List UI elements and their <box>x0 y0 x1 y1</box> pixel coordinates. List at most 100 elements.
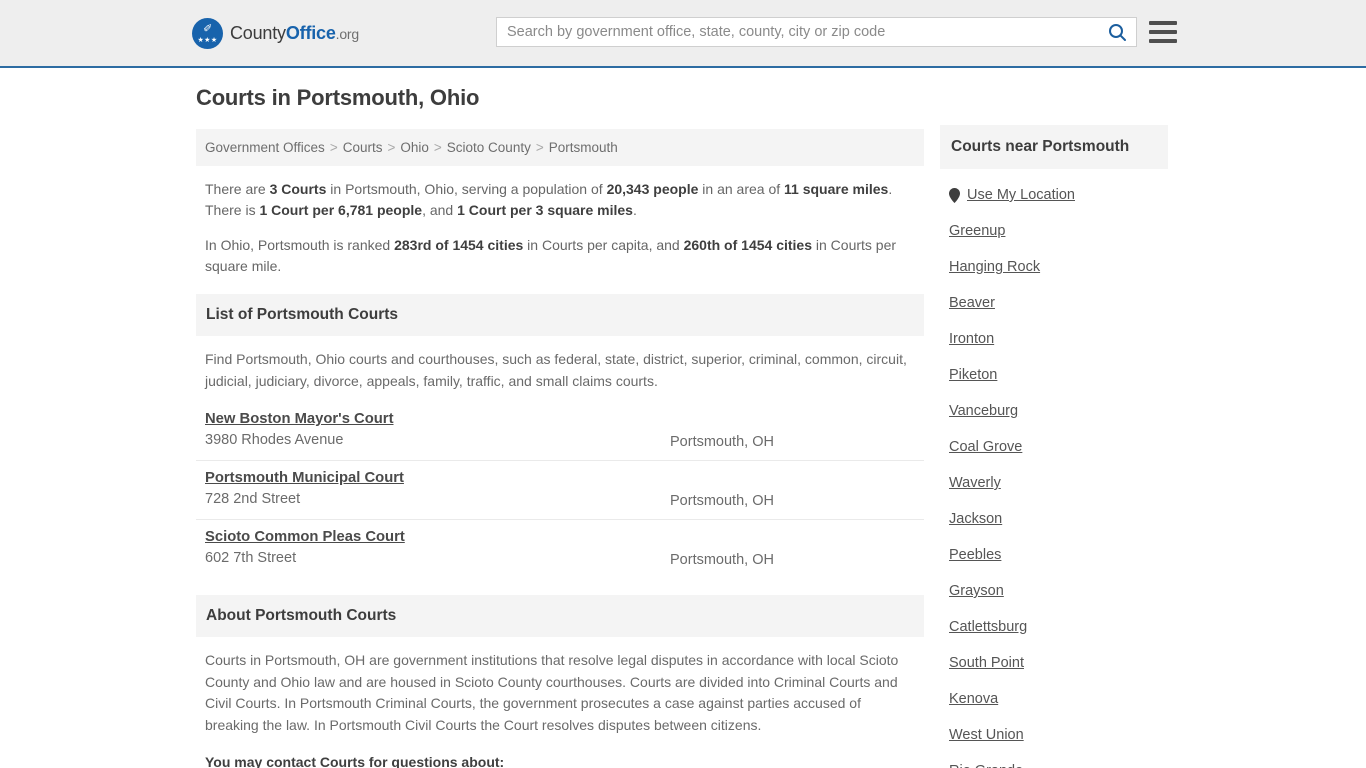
breadcrumb-item-portsmouth[interactable]: Portsmouth <box>549 140 618 155</box>
sidebar-item-south-point[interactable]: South Point <box>949 645 1168 681</box>
main-content: Courts in Portsmouth, Ohio Government Of… <box>196 85 924 768</box>
search-button[interactable] <box>1098 18 1136 46</box>
sidebar-item-ironton[interactable]: Ironton <box>949 321 1168 357</box>
court-name-link[interactable]: Scioto Common Pleas Court <box>205 529 405 545</box>
breadcrumb-item-ohio[interactable]: Ohio <box>400 140 429 155</box>
sidebar-item-kenova[interactable]: Kenova <box>949 681 1168 717</box>
breadcrumb-item-government-offices[interactable]: Government Offices <box>205 140 325 155</box>
sidebar-heading: Courts near Portsmouth <box>940 125 1168 169</box>
court-list: New Boston Mayor's Court 3980 Rhodes Ave… <box>196 402 924 578</box>
sidebar-item-label[interactable]: West Union <box>949 727 1024 743</box>
search-bar[interactable] <box>496 17 1137 47</box>
sidebar-item-label[interactable]: Piketon <box>949 367 997 383</box>
hamburger-bar-3 <box>1149 39 1177 43</box>
sidebar-item-beaver[interactable]: Beaver <box>949 285 1168 321</box>
sidebar-item-greenup[interactable]: Greenup <box>949 213 1168 249</box>
hamburger-bar-1 <box>1149 21 1177 25</box>
court-city: Portsmouth, OH <box>670 434 774 450</box>
stats-paragraph-1: There are 3 Courts in Portsmouth, Ohio, … <box>205 179 915 221</box>
court-name-link[interactable]: New Boston Mayor's Court <box>205 411 394 427</box>
site-logo[interactable]: ✐ ★★★ CountyOffice.org <box>192 18 359 49</box>
hamburger-bar-2 <box>1149 30 1177 34</box>
sidebar-item-label[interactable]: Waverly <box>949 475 1001 491</box>
logo-text-org: .org <box>335 26 360 42</box>
sidebar-item-label[interactable]: Ironton <box>949 331 994 347</box>
about-contact-lead: You may contact Courts for questions abo… <box>205 754 505 768</box>
sidebar-item-label[interactable]: South Point <box>949 655 1024 671</box>
map-pin-icon <box>949 187 960 203</box>
court-city: Portsmouth, OH <box>670 493 774 509</box>
sidebar-item-jackson[interactable]: Jackson <box>949 501 1168 537</box>
list-section-body: Find Portsmouth, Ohio courts and courtho… <box>196 336 924 392</box>
stats-rank-per-capita: 283rd of 1454 cities <box>394 237 524 253</box>
table-row[interactable]: Scioto Common Pleas Court 602 7th Street… <box>196 520 924 578</box>
breadcrumb-separator: > <box>387 140 396 155</box>
sidebar-item-peebles[interactable]: Peebles <box>949 537 1168 573</box>
sidebar-item-piketon[interactable]: Piketon <box>949 357 1168 393</box>
stats-rank-per-sqmile: 260th of 1454 cities <box>683 237 812 253</box>
statistics-block: There are 3 Courts in Portsmouth, Ohio, … <box>196 179 924 277</box>
about-section-heading: About Portsmouth Courts <box>196 595 924 637</box>
sidebar-item-grayson[interactable]: Grayson <box>949 573 1168 609</box>
sidebar-item-label[interactable]: Kenova <box>949 691 998 707</box>
sidebar-item-label[interactable]: Coal Grove <box>949 439 1022 455</box>
stars-glyph: ★★★ <box>197 37 218 44</box>
sidebar-item-label[interactable]: Grayson <box>949 583 1004 599</box>
sidebar-item-use-my-location[interactable]: Use My Location <box>949 177 1168 213</box>
breadcrumb-item-courts[interactable]: Courts <box>343 140 383 155</box>
court-address: 3980 Rhodes Avenue <box>205 432 344 448</box>
search-icon <box>1108 23 1126 41</box>
about-section-body: Courts in Portsmouth, OH are government … <box>196 637 924 768</box>
court-name-link[interactable]: Portsmouth Municipal Court <box>205 470 404 486</box>
sidebar-item-catlettsburg[interactable]: Catlettsburg <box>949 609 1168 645</box>
site-header: ✐ ★★★ CountyOffice.org <box>0 0 1366 68</box>
list-section-heading: List of Portsmouth Courts <box>196 294 924 336</box>
sidebar-item-label[interactable]: Jackson <box>949 511 1002 527</box>
hamburger-menu-icon[interactable] <box>1149 18 1177 46</box>
eagle-glyph: ✐ <box>203 23 212 35</box>
sidebar-item-coal-grove[interactable]: Coal Grove <box>949 429 1168 465</box>
breadcrumb-separator: > <box>433 140 442 155</box>
sidebar-item-label[interactable]: Beaver <box>949 295 995 311</box>
stats-t7: In Ohio, Portsmouth is ranked <box>205 237 395 253</box>
stats-population: 20,343 people <box>606 181 699 197</box>
sidebar-list: Use My Location Greenup Hanging Rock Bea… <box>940 169 1168 768</box>
stats-t2: in Portsmouth, Ohio, serving a populatio… <box>326 181 607 197</box>
sidebar-item-label[interactable]: Rio Grande <box>949 763 1023 768</box>
sidebar-item-rio-grande[interactable]: Rio Grande <box>949 753 1168 768</box>
logo-text-office: Office <box>285 23 336 43</box>
stats-per-area: 1 Court per 3 square miles <box>457 202 633 218</box>
table-row[interactable]: New Boston Mayor's Court 3980 Rhodes Ave… <box>196 402 924 461</box>
sidebar-item-vanceburg[interactable]: Vanceburg <box>949 393 1168 429</box>
court-address: 728 2nd Street <box>205 491 301 507</box>
sidebar-item-west-union[interactable]: West Union <box>949 717 1168 753</box>
breadcrumb-separator: > <box>535 140 544 155</box>
sidebar-item-label[interactable]: Greenup <box>949 223 1005 239</box>
about-section-paragraph: Courts in Portsmouth, OH are government … <box>205 652 899 733</box>
logo-text-county: County <box>230 23 286 43</box>
search-input[interactable] <box>497 18 1098 46</box>
breadcrumb-separator: > <box>329 140 338 155</box>
nearby-courts-sidebar: Courts near Portsmouth Use My Location G… <box>940 125 1168 768</box>
court-city: Portsmouth, OH <box>670 552 774 568</box>
eagle-seal-icon: ✐ ★★★ <box>192 18 223 49</box>
use-my-location-link[interactable]: Use My Location <box>967 187 1075 203</box>
sidebar-item-label[interactable]: Catlettsburg <box>949 619 1027 635</box>
sidebar-item-label[interactable]: Vanceburg <box>949 403 1018 419</box>
sidebar-item-label[interactable]: Hanging Rock <box>949 259 1040 275</box>
breadcrumb-item-scioto-county[interactable]: Scioto County <box>447 140 531 155</box>
stats-t1: There are <box>205 181 270 197</box>
stats-per-people: 1 Court per 6,781 people <box>259 202 423 218</box>
sidebar-item-label[interactable]: Peebles <box>949 547 1001 563</box>
stats-paragraph-2: In Ohio, Portsmouth is ranked 283rd of 1… <box>205 235 915 277</box>
table-row[interactable]: Portsmouth Municipal Court 728 2nd Stree… <box>196 461 924 520</box>
court-address: 602 7th Street <box>205 550 297 566</box>
sidebar-item-waverly[interactable]: Waverly <box>949 465 1168 501</box>
stats-courts-count: 3 Courts <box>269 181 327 197</box>
logo-text: CountyOffice.org <box>230 23 359 44</box>
stats-t5: , and <box>422 202 458 218</box>
breadcrumb: Government Offices > Courts > Ohio > Scioto Co… <box>196 129 924 166</box>
stats-t6: . <box>632 202 637 218</box>
sidebar-item-hanging-rock[interactable]: Hanging Rock <box>949 249 1168 285</box>
list-section-description: Find Portsmouth, Ohio courts and courtho… <box>205 351 907 389</box>
